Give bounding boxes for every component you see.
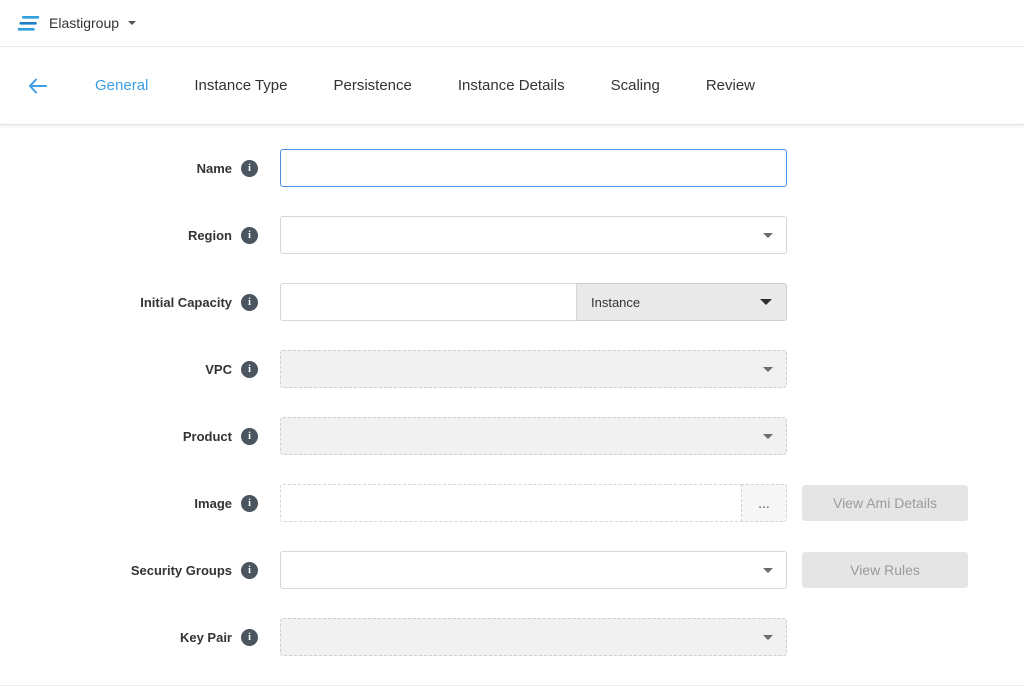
product-label: Product	[183, 429, 232, 444]
security-groups-select[interactable]	[280, 551, 787, 589]
browse-image-button[interactable]: ...	[741, 484, 787, 522]
view-ami-details-button[interactable]: View Ami Details	[802, 485, 968, 521]
chevron-down-icon	[763, 367, 773, 372]
info-icon[interactable]: i	[241, 495, 258, 512]
region-select[interactable]	[280, 216, 787, 254]
info-icon[interactable]: i	[241, 361, 258, 378]
general-form: Name i Region i Initial Capacit	[0, 125, 1024, 656]
form-row-name: Name i	[0, 149, 1024, 187]
app-switcher[interactable]: Elastigroup	[18, 15, 136, 32]
security-groups-label: Security Groups	[131, 563, 232, 578]
tab-persistence[interactable]: Persistence	[334, 77, 412, 94]
form-row-image: Image i ... View Ami Details	[0, 484, 1024, 522]
wizard-tabs: General Instance Type Persistence Instan…	[95, 77, 755, 94]
image-label: Image	[194, 496, 232, 511]
key-pair-select	[280, 618, 787, 656]
tab-scaling[interactable]: Scaling	[611, 77, 660, 94]
image-input[interactable]	[280, 484, 742, 522]
form-row-vpc: VPC i	[0, 350, 1024, 388]
vpc-select	[280, 350, 787, 388]
tab-instance-details[interactable]: Instance Details	[458, 77, 565, 94]
form-row-key-pair: Key Pair i	[0, 618, 1024, 656]
name-input[interactable]	[280, 149, 787, 187]
info-icon[interactable]: i	[241, 294, 258, 311]
app-title: Elastigroup	[49, 15, 119, 31]
tab-review[interactable]: Review	[706, 77, 755, 94]
chevron-down-icon	[763, 233, 773, 238]
name-label: Name	[197, 161, 232, 176]
form-row-product: Product i	[0, 417, 1024, 455]
chevron-down-icon	[763, 568, 773, 573]
chevron-down-icon	[763, 635, 773, 640]
topbar: Elastigroup	[0, 0, 1024, 47]
form-row-initial-capacity: Initial Capacity i Instance	[0, 283, 1024, 321]
info-icon[interactable]: i	[241, 562, 258, 579]
chevron-down-icon	[763, 434, 773, 439]
info-icon[interactable]: i	[241, 428, 258, 445]
view-rules-button[interactable]: View Rules	[802, 552, 968, 588]
back-button[interactable]	[22, 72, 53, 100]
info-icon[interactable]: i	[241, 629, 258, 646]
chevron-down-icon	[128, 21, 136, 25]
form-row-region: Region i	[0, 216, 1024, 254]
initial-capacity-input[interactable]	[280, 283, 577, 321]
tab-instance-type[interactable]: Instance Type	[194, 77, 287, 94]
capacity-unit-select[interactable]: Instance	[577, 283, 787, 321]
info-icon[interactable]: i	[241, 227, 258, 244]
capacity-unit-value: Instance	[591, 295, 640, 310]
initial-capacity-label: Initial Capacity	[140, 295, 232, 310]
wizard-tabbar: General Instance Type Persistence Instan…	[0, 47, 1024, 125]
vpc-label: VPC	[205, 362, 232, 377]
section-divider	[0, 685, 1024, 686]
info-icon[interactable]: i	[241, 160, 258, 177]
form-row-security-groups: Security Groups i View Rules	[0, 551, 1024, 589]
chevron-down-icon	[760, 299, 772, 305]
elastigroup-wizard: Elastigroup General Instance Type Persis…	[0, 0, 1024, 686]
product-select	[280, 417, 787, 455]
tab-general[interactable]: General	[95, 77, 148, 94]
region-label: Region	[188, 228, 232, 243]
key-pair-label: Key Pair	[180, 630, 232, 645]
arrow-left-icon	[28, 78, 47, 94]
elastigroup-logo-icon	[18, 15, 40, 32]
